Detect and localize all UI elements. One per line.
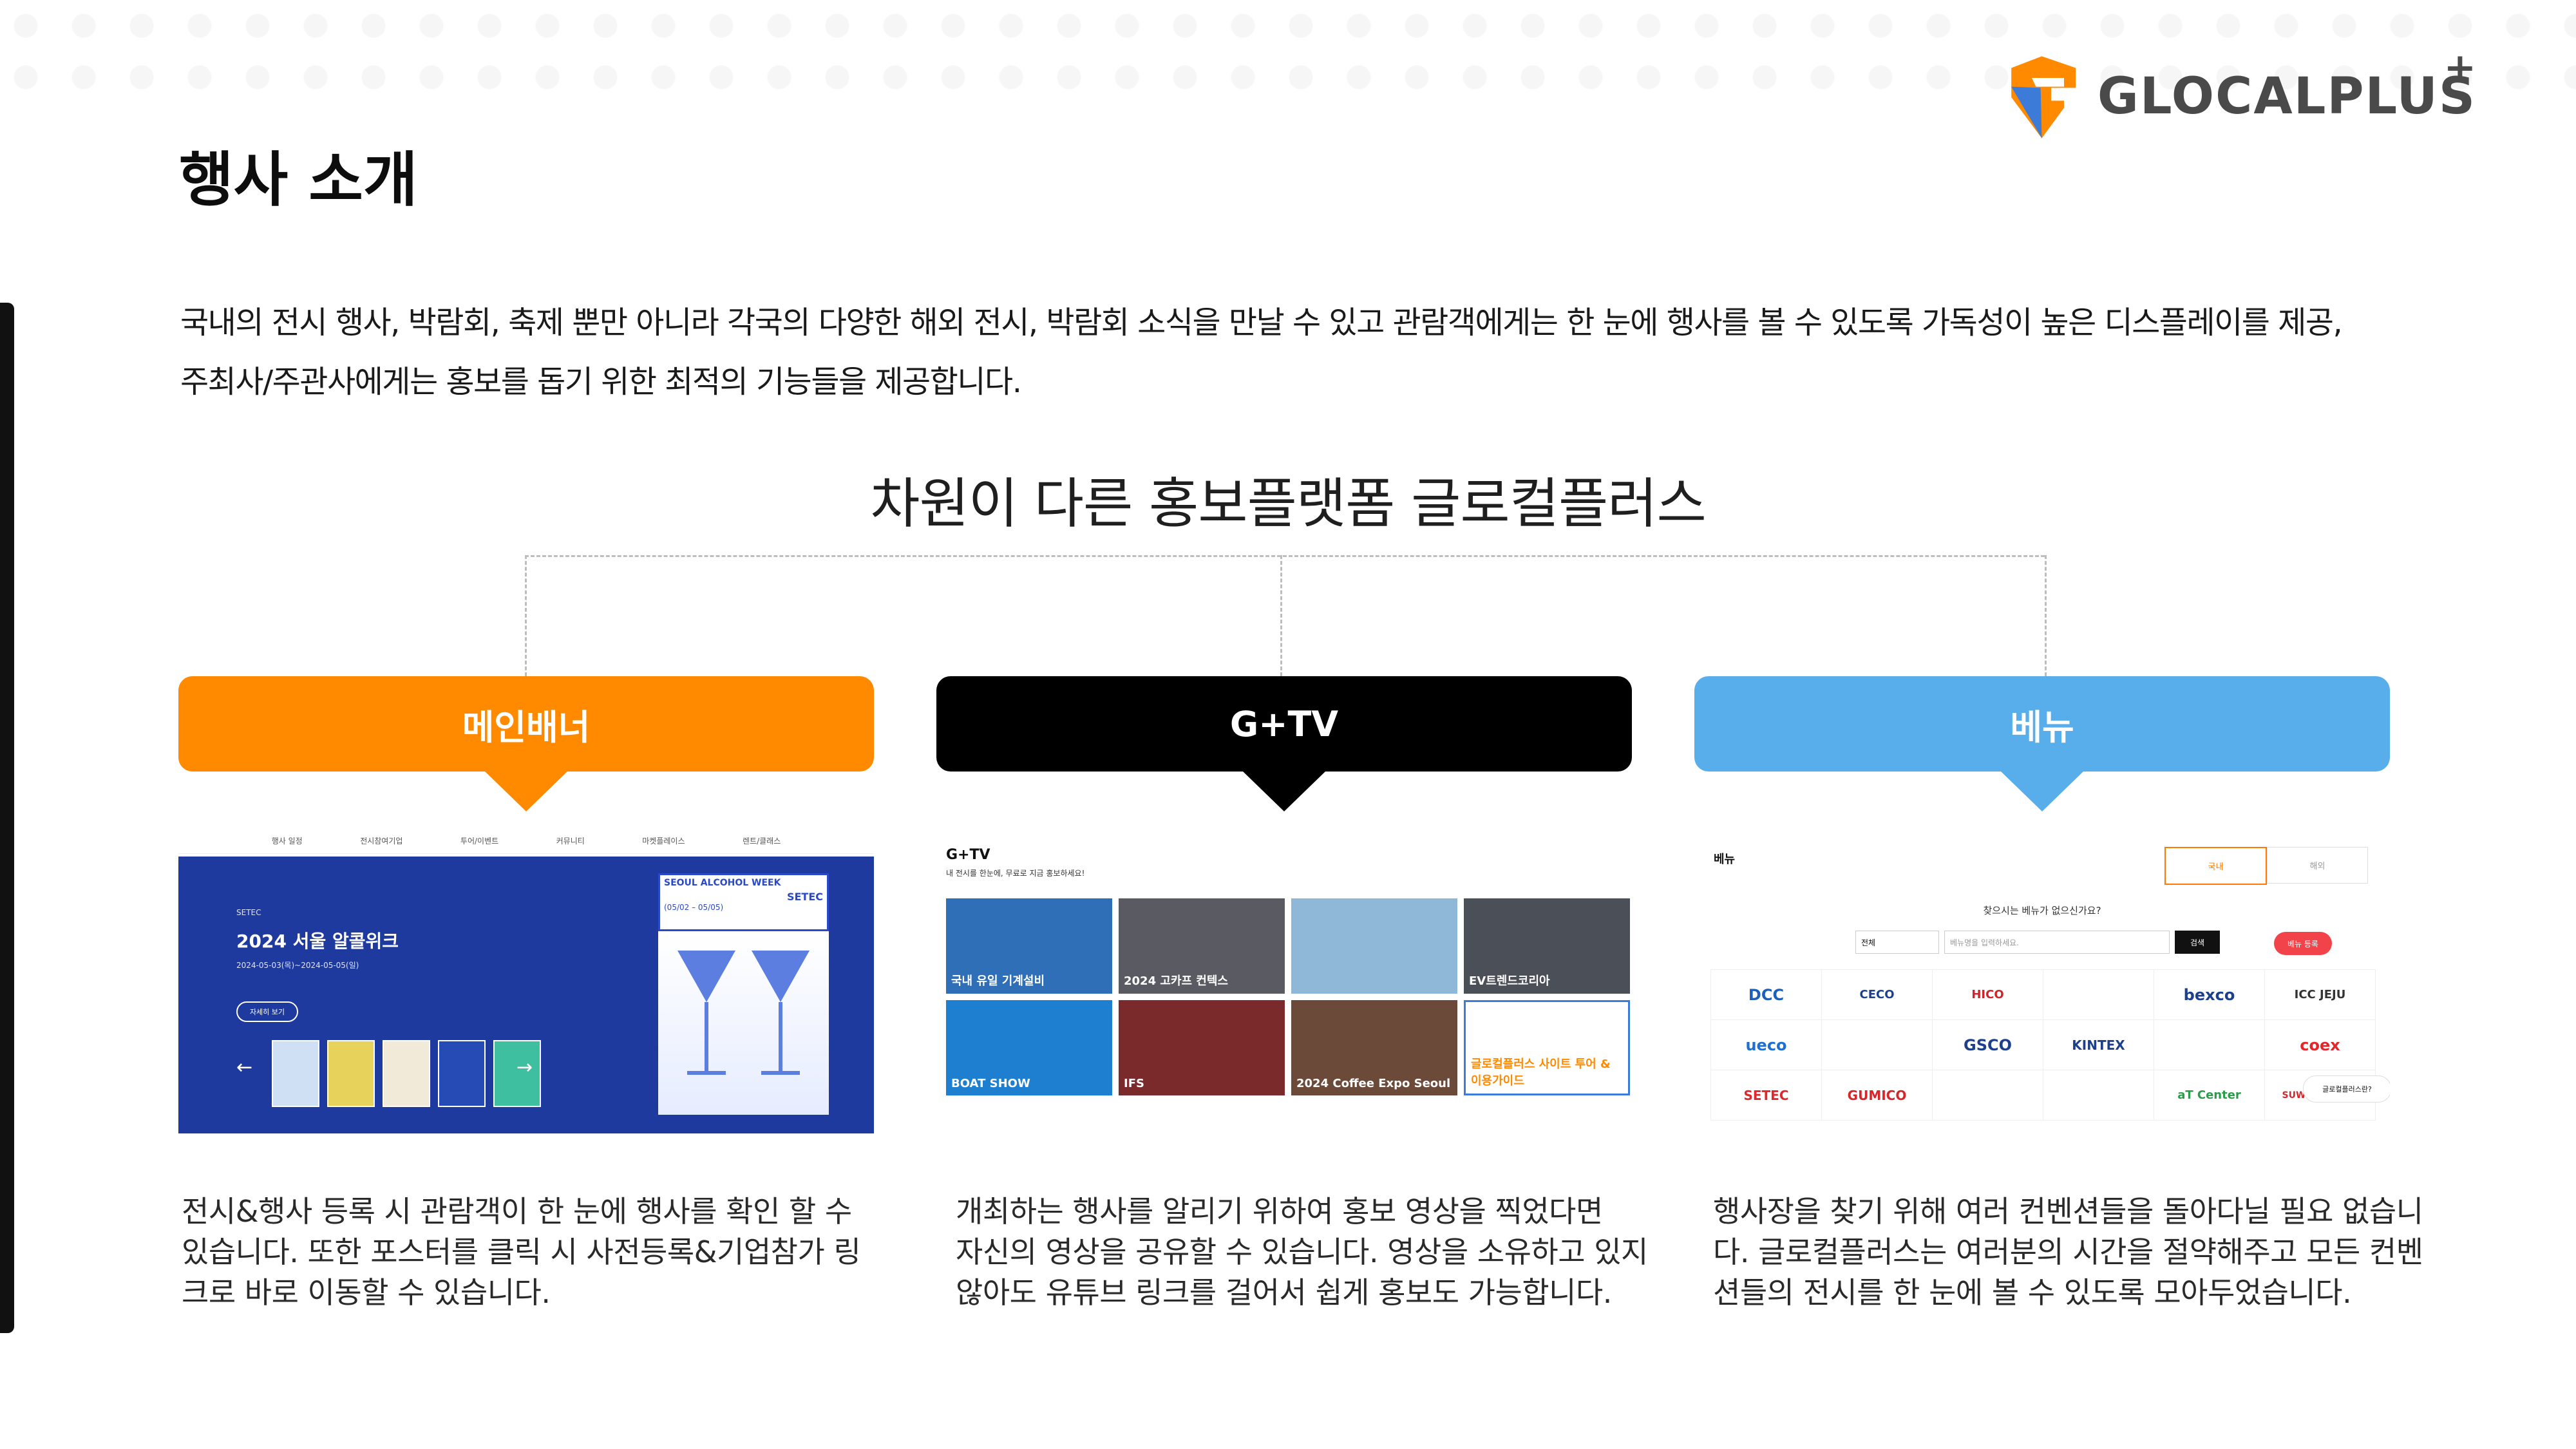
venue-logo: DCC <box>1711 970 1822 1020</box>
venue-question: 찾으시는 베뉴가 없으신가요? <box>1983 905 2101 916</box>
desc-line: 자신의 영상을 공유할 수 있습니다. 영상을 소유하고 있지 <box>956 1235 1648 1269</box>
gtv-video-grid: 국내 유일 기계설비 2024 고카프 컨텍스 EV트렌드코리아 BOAT SH… <box>946 898 1630 1095</box>
venue-logo <box>2043 1070 2154 1121</box>
poster-title: SEOUL ALCOHOL WEEK <box>664 878 781 888</box>
venue-logo: ueco <box>1711 1020 1822 1070</box>
video-tile: EV트렌드코리아 <box>1464 898 1630 994</box>
venue-logo <box>2043 970 2154 1020</box>
venue-logo: ICC JEJU <box>2265 970 2376 1020</box>
venue-logo <box>1933 1070 2043 1121</box>
banner-thumbnails <box>272 1040 541 1107</box>
video-tile: BOAT SHOW <box>946 1000 1112 1095</box>
venue-screenshot: 베뉴 국내 해외 찾으시는 베뉴가 없으신가요? 전체 베뉴명을 입력하세요. … <box>1694 828 2390 1133</box>
card-venue-header: 베뉴 <box>1694 676 2390 811</box>
desc-line: 개최하는 행사를 알리기 위하여 홍보 영상을 찍었다면 <box>956 1194 1603 1229</box>
page-title: 행사 소개 <box>179 146 418 214</box>
tab-domestic: 국내 <box>2164 847 2267 885</box>
main-banner-description: 전시&행사 등록 시 관람객이 한 눈에 행사를 확인 할 수 있습니다. 또한… <box>182 1191 861 1313</box>
desc-line: 전시&행사 등록 시 관람객이 한 눈에 행사를 확인 할 수 <box>182 1194 852 1229</box>
banner-next-icon: → <box>516 1056 533 1079</box>
banner-event-title: 2024 서울 알콜위크 <box>236 931 399 952</box>
venue-logo-grid: DCC CECO HICO bexco ICC JEJU ueco GSCO K… <box>1710 969 2376 1121</box>
banner-prev-icon: ← <box>236 1056 253 1079</box>
card-main-banner-header: 메인배너 <box>178 676 874 811</box>
venue-logo: SETEC <box>1711 1070 1822 1121</box>
venue-logo: GSCO <box>1933 1020 2043 1070</box>
poster-venue: SETEC <box>786 891 823 903</box>
connector-horizontal <box>525 555 2045 557</box>
venue-add-button: 베뉴 등록 <box>2274 932 2332 955</box>
video-tile: 국내 유일 기계설비 <box>946 898 1112 994</box>
banner-nav-item: 마켓플레이스 <box>642 836 685 846</box>
venue-logo <box>1822 1020 1933 1070</box>
intro-text: 국내의 전시 행사, 박람회, 축제 뿐만 아니라 각국의 다양한 해외 전시,… <box>180 293 2370 412</box>
venue-description: 행사장을 찾기 위해 여러 컨벤션들을 돌아다닐 필요 없습니 다. 글로컬플러… <box>1713 1191 2423 1313</box>
venue-logo: GUMICO <box>1822 1070 1933 1121</box>
gtv-description: 개최하는 행사를 알리기 위하여 홍보 영상을 찍었다면 자신의 영상을 공유할… <box>956 1191 1648 1313</box>
venue-tabs: 국내 해외 <box>2164 847 2368 885</box>
intro-line-2: 주최사/주관사에게는 홍보를 돕기 위한 최적의 기능들을 제공합니다. <box>180 364 1022 400</box>
desc-line: 행사장을 찾기 위해 여러 컨벤션들을 돌아다닐 필요 없습니 <box>1713 1194 2423 1229</box>
brand-plus: + <box>2443 45 2476 90</box>
brand-name: GLOCALPLUS <box>2097 68 2476 126</box>
section-subtitle: 차원이 다른 홍보플랫폼 글로컬플러스 <box>870 472 1707 535</box>
video-tile: 글로컬플러스 사이트 투어 & 이용가이드 <box>1464 1000 1630 1095</box>
banner-poster: SEOUL ALCOHOL WEEK SETEC (05/02 – 05/05) <box>658 873 829 1115</box>
tab-overseas: 해외 <box>2267 847 2368 884</box>
connector-right <box>2045 555 2047 676</box>
banner-nav-item: 투어/이벤트 <box>460 836 499 846</box>
venue-search-button: 검색 <box>2175 931 2220 954</box>
card-main-banner-label: 메인배너 <box>462 706 591 748</box>
desc-line: 있습니다. 또한 포스터를 클릭 시 사전등록&기업참가 링 <box>182 1235 861 1269</box>
venue-logo: bexco <box>2154 970 2265 1020</box>
banner-nav: 행사 일정 전시참여기업 투어/이벤트 커뮤니티 마켓플레이스 렌트/클래스 <box>178 828 874 854</box>
banner-nav-item: 행사 일정 <box>271 836 303 846</box>
banner-nav-item: 렌트/클래스 <box>742 836 781 846</box>
venue-logo: KINTEX <box>2043 1020 2154 1070</box>
gtv-title: G+TV <box>946 847 990 863</box>
glocalplus-logo-icon <box>2011 55 2076 138</box>
left-edge-bar <box>0 303 14 1333</box>
banner-detail-button: 자세히 보기 <box>236 1001 298 1022</box>
banner-main: SETEC 2024 서울 알콜위크 2024-05-03(목)~2024-05… <box>178 857 874 1133</box>
card-gtv-header: G+TV <box>936 676 1632 811</box>
venue-logo: HICO <box>1933 970 2043 1020</box>
gtv-subtitle: 내 전시를 한눈에, 무료로 지금 홍보하세요! <box>946 869 1085 878</box>
poster-dates: (05/02 – 05/05) <box>664 903 724 912</box>
intro-line-1: 국내의 전시 행사, 박람회, 축제 뿐만 아니라 각국의 다양한 해외 전시,… <box>180 305 2343 341</box>
desc-line: 션들의 전시를 한 눈에 볼 수 있도록 모아두었습니다. <box>1713 1275 2352 1310</box>
video-tile <box>1291 898 1457 994</box>
video-tile: 2024 Coffee Expo Seoul <box>1291 1000 1457 1095</box>
card-main-banner-arrow <box>484 770 569 811</box>
venue-search-input: 베뉴명을 입력하세요. <box>1944 931 2170 954</box>
chat-bubble: 글로컬플러스란? <box>2303 1075 2390 1103</box>
card-venue-arrow <box>2000 770 2085 811</box>
venue-logo: CECO <box>1822 970 1933 1020</box>
card-gtv-label: G+TV <box>1229 703 1339 744</box>
desc-line: 다. 글로컬플러스는 여러분의 시간을 절약해주고 모든 컨벤 <box>1713 1235 2423 1269</box>
venue-title: 베뉴 <box>1714 853 1736 866</box>
banner-nav-item: 전시참여기업 <box>360 836 403 846</box>
video-tile: 2024 고카프 컨텍스 <box>1119 898 1285 994</box>
venue-logo <box>2154 1020 2265 1070</box>
connector-left <box>525 555 527 676</box>
desc-line: 않아도 유튜브 링크를 걸어서 쉽게 홍보도 가능합니다. <box>956 1275 1612 1310</box>
card-venue-label: 베뉴 <box>2010 706 2074 748</box>
video-tile: IFS <box>1119 1000 1285 1095</box>
venue-select: 전체 <box>1855 931 1939 954</box>
banner-event-dates: 2024-05-03(목)~2024-05-05(일) <box>236 961 359 970</box>
card-gtv-arrow <box>1242 770 1327 811</box>
venue-search-bar: 전체 베뉴명을 입력하세요. 검색 <box>1855 931 2220 954</box>
venue-logo: coex <box>2265 1020 2376 1070</box>
gtv-screenshot: G+TV 내 전시를 한눈에, 무료로 지금 홍보하세요! 국내 유일 기계설비… <box>936 828 1632 1133</box>
banner-tag: SETEC <box>236 908 261 917</box>
cocktail-glass-icon <box>677 951 810 1075</box>
connector-middle <box>1280 555 1282 676</box>
glocalplus-logo: GLOCALPLUS + <box>2000 45 2476 148</box>
desc-line: 크로 바로 이동할 수 있습니다. <box>182 1275 551 1310</box>
banner-nav-item: 커뮤니티 <box>556 836 585 846</box>
main-banner-screenshot: 행사 일정 전시참여기업 투어/이벤트 커뮤니티 마켓플레이스 렌트/클래스 S… <box>178 828 874 1133</box>
venue-logo: aT Center <box>2154 1070 2265 1121</box>
